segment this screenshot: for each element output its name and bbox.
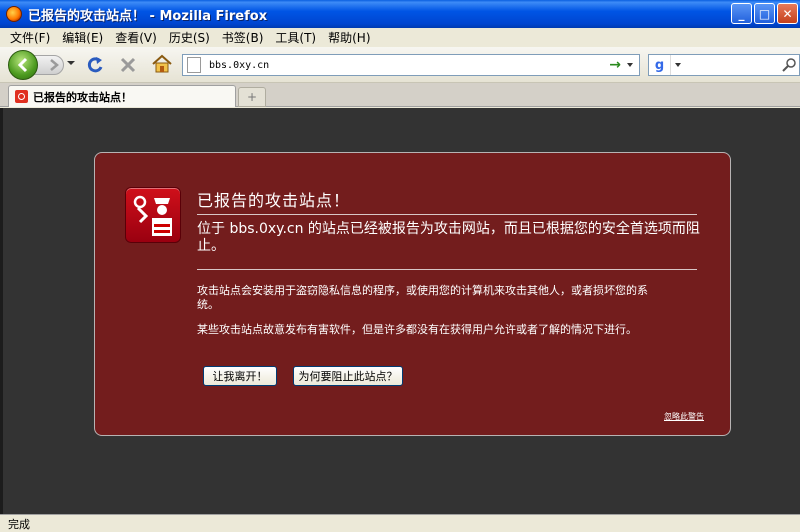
status-text: 完成 <box>8 517 30 531</box>
menu-help[interactable]: 帮助(H) <box>322 29 376 46</box>
menu-edit[interactable]: 编辑(E) <box>56 29 109 46</box>
home-icon[interactable] <box>151 54 173 74</box>
status-bar: 完成 <box>0 514 800 532</box>
page-content: 已报告的攻击站点！ 位于 bbs.0xy.cn 的站点已经被报告为攻击网站，而且… <box>0 108 800 514</box>
stop-icon[interactable] <box>119 56 137 74</box>
menu-view[interactable]: 查看(V) <box>109 29 163 46</box>
back-button[interactable] <box>8 50 38 80</box>
warning-long-description-2: 某些攻击站点故意发布有害软件，但是许多都没有在获得用户允许或者了解的情况下进行。 <box>197 323 637 336</box>
history-dropdown-icon[interactable] <box>67 61 75 65</box>
window-title: 已报告的攻击站点！ - Mozilla Firefox <box>28 8 268 24</box>
close-button[interactable]: ✕ <box>777 3 798 24</box>
warning-title: 已报告的攻击站点！ <box>197 187 697 215</box>
search-engine-dropdown-icon[interactable] <box>675 63 681 67</box>
why-blocked-button[interactable]: 为何要阻止此站点？ <box>293 366 403 386</box>
google-icon[interactable]: g <box>649 55 671 75</box>
forward-arrow-icon <box>50 59 59 71</box>
warning-short-description: 位于 bbs.0xy.cn 的站点已经被报告为攻击网站，而且已根据您的安全首选项… <box>197 221 700 254</box>
warning-divider <box>197 269 697 270</box>
page-icon <box>187 57 201 73</box>
tab-label: 已报告的攻击站点！ <box>33 90 132 104</box>
maximize-button[interactable]: □ <box>754 3 775 24</box>
attack-warning-box: 已报告的攻击站点！ 位于 bbs.0xy.cn 的站点已经被报告为攻击网站，而且… <box>94 152 731 436</box>
tab-attack-site[interactable]: 已报告的攻击站点！ <box>8 85 236 107</box>
back-arrow-icon <box>17 57 28 73</box>
url-bar[interactable]: bbs.0xy.cn → <box>182 54 640 76</box>
warning-long-description-1: 攻击站点会安装用于盗窃隐私信息的程序，或使用您的计算机来攻击其他人，或者损坏您的… <box>197 284 648 311</box>
menu-tools[interactable]: 工具(T) <box>269 29 322 46</box>
search-icon[interactable] <box>781 57 797 73</box>
reload-icon[interactable] <box>86 56 104 74</box>
url-text[interactable]: bbs.0xy.cn <box>209 60 609 71</box>
url-dropdown-icon[interactable] <box>627 63 633 67</box>
navigation-toolbar: bbs.0xy.cn → g <box>0 47 800 83</box>
window-controls: _ □ ✕ <box>731 3 798 24</box>
window-titlebar: 已报告的攻击站点！ - Mozilla Firefox _ □ ✕ <box>0 0 800 28</box>
forward-button[interactable] <box>34 55 64 75</box>
search-bar[interactable]: g <box>648 54 800 76</box>
tab-strip: 已报告的攻击站点！ + <box>0 83 800 107</box>
minimize-button[interactable]: _ <box>731 3 752 24</box>
menu-history[interactable]: 历史(S) <box>163 29 216 46</box>
menu-file[interactable]: 文件(F) <box>4 29 56 46</box>
menu-bar: 文件(F) 编辑(E) 查看(V) 历史(S) 书签(B) 工具(T) 帮助(H… <box>0 28 800 47</box>
get-me-out-button[interactable]: 让我离开！ <box>203 366 277 386</box>
blocked-site-icon <box>15 90 28 103</box>
firefox-icon <box>6 6 22 22</box>
new-tab-button[interactable]: + <box>238 87 266 107</box>
menu-bookmarks[interactable]: 书签(B) <box>216 29 270 46</box>
go-arrow-icon[interactable]: → <box>609 57 621 73</box>
ignore-warning-link[interactable]: 忽略此警告 <box>664 411 704 422</box>
attack-site-icon <box>125 187 181 243</box>
